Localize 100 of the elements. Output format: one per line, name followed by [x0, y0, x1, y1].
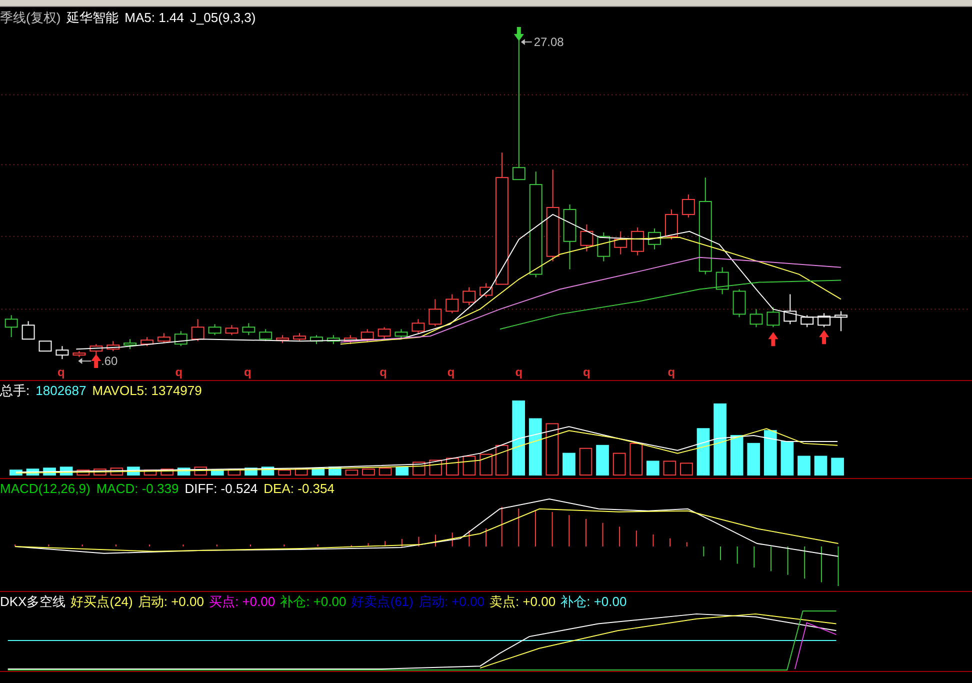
legend-text: 卖点: +0.00	[489, 594, 556, 608]
volume-bar	[696, 428, 710, 476]
candlestick	[22, 320, 35, 340]
volume-bar	[76, 470, 90, 476]
volume-bar	[612, 452, 626, 476]
candlestick	[157, 332, 170, 344]
candlestick	[310, 334, 323, 345]
candlestick	[191, 318, 204, 342]
signal-marker: q	[380, 365, 387, 379]
candlestick	[614, 230, 628, 255]
candlestick	[563, 204, 576, 270]
legend-text: 补仓: +0.00	[560, 594, 627, 608]
volume-bar	[528, 418, 542, 476]
candlestick	[766, 306, 780, 328]
chart-title: J_05(9,3,3)	[190, 10, 256, 24]
volume-bar	[780, 440, 794, 476]
volume-bar	[546, 423, 559, 476]
legend-text: MAVOL5: 1374979	[92, 384, 202, 396]
candlestick	[750, 308, 763, 328]
candlestick	[293, 332, 306, 342]
leader-arrow	[520, 38, 532, 45]
candlestick	[665, 208, 678, 240]
volume-bar	[446, 458, 459, 476]
candlestick	[174, 330, 188, 347]
legend-text: 1802687	[36, 384, 86, 396]
legend-text: DKX多空线	[0, 594, 66, 608]
candlestick	[580, 224, 594, 252]
candlestick	[732, 288, 746, 318]
candlestick	[428, 298, 442, 327]
candlestick	[597, 232, 610, 262]
volume-bar	[378, 468, 392, 476]
legend-text: 好卖点(61)	[351, 594, 414, 608]
candlestick	[208, 324, 222, 336]
candlestick	[480, 282, 492, 298]
volume-bar	[396, 466, 408, 476]
candlestick	[326, 334, 340, 345]
stock-name: 延华智能	[66, 10, 119, 24]
up-arrow-icon	[91, 354, 102, 368]
signal-marker: q	[244, 365, 252, 379]
candlestick	[682, 194, 695, 218]
volume-bar	[646, 460, 660, 476]
candlestick	[446, 294, 459, 314]
signal-marker: q	[175, 365, 183, 379]
candlestick	[648, 228, 661, 250]
chart-title: MA5: 1.44	[124, 10, 184, 24]
up-arrow-icon	[819, 330, 830, 344]
candlestick	[834, 310, 848, 332]
candlestick	[259, 328, 272, 342]
candlestick	[394, 328, 408, 340]
volume-bar	[562, 452, 576, 476]
volume-bar	[814, 456, 828, 476]
volume-bar	[144, 470, 157, 476]
candlestick	[784, 294, 797, 325]
signal-marker: q	[583, 365, 590, 379]
candlestick	[360, 328, 374, 343]
legend-text: 买点: +0.00	[208, 594, 276, 608]
candlestick	[225, 324, 238, 336]
volume-bar	[747, 442, 760, 476]
candlestick	[38, 340, 52, 352]
volume-bar	[730, 435, 744, 476]
signal-marker: q	[447, 365, 455, 379]
volume-bar	[798, 456, 810, 476]
candlestick	[106, 340, 120, 352]
legend-text: MACD: -0.339	[96, 482, 179, 494]
volume-bar	[278, 470, 291, 476]
candlestick	[462, 286, 476, 306]
candlestick	[412, 318, 425, 334]
down-arrow-icon	[514, 27, 524, 41]
leader-arrow	[78, 358, 92, 364]
legend-text: DEA: -0.354	[264, 482, 334, 494]
legend-text: 启动: +0.00	[138, 594, 204, 608]
volume-bar	[495, 444, 508, 476]
legend-text: 启动: +0.00	[418, 594, 484, 608]
candlestick	[800, 314, 814, 328]
candlestick	[56, 346, 69, 360]
volume-bar	[462, 456, 476, 476]
legend-text: 好买点(24)	[70, 594, 133, 608]
volume-bar	[663, 460, 676, 476]
up-arrow-icon	[768, 332, 778, 346]
candlestick	[344, 334, 357, 345]
volume-bar	[831, 458, 844, 476]
candlestick	[4, 314, 18, 338]
candlestick	[818, 312, 831, 328]
volume-bar	[345, 470, 358, 476]
candlestick	[242, 322, 256, 336]
signal-marker: q	[58, 365, 65, 379]
volume-bar	[764, 430, 777, 476]
candlestick	[140, 336, 154, 347]
candlestick	[378, 326, 391, 340]
volume-bar	[630, 442, 643, 476]
volume-bar	[362, 468, 375, 476]
signal-marker: q	[515, 365, 523, 379]
price-label: 27.08	[534, 34, 564, 49]
signal-marker: q	[668, 365, 676, 379]
candlestick	[90, 344, 103, 356]
legend-text: MACD(12,26,9)	[0, 482, 90, 494]
legend-text: DIFF: -0.524	[184, 482, 258, 494]
volume-bar	[579, 448, 592, 476]
candlestick	[631, 226, 644, 256]
legend-text: 补仓: +0.00	[280, 594, 346, 608]
